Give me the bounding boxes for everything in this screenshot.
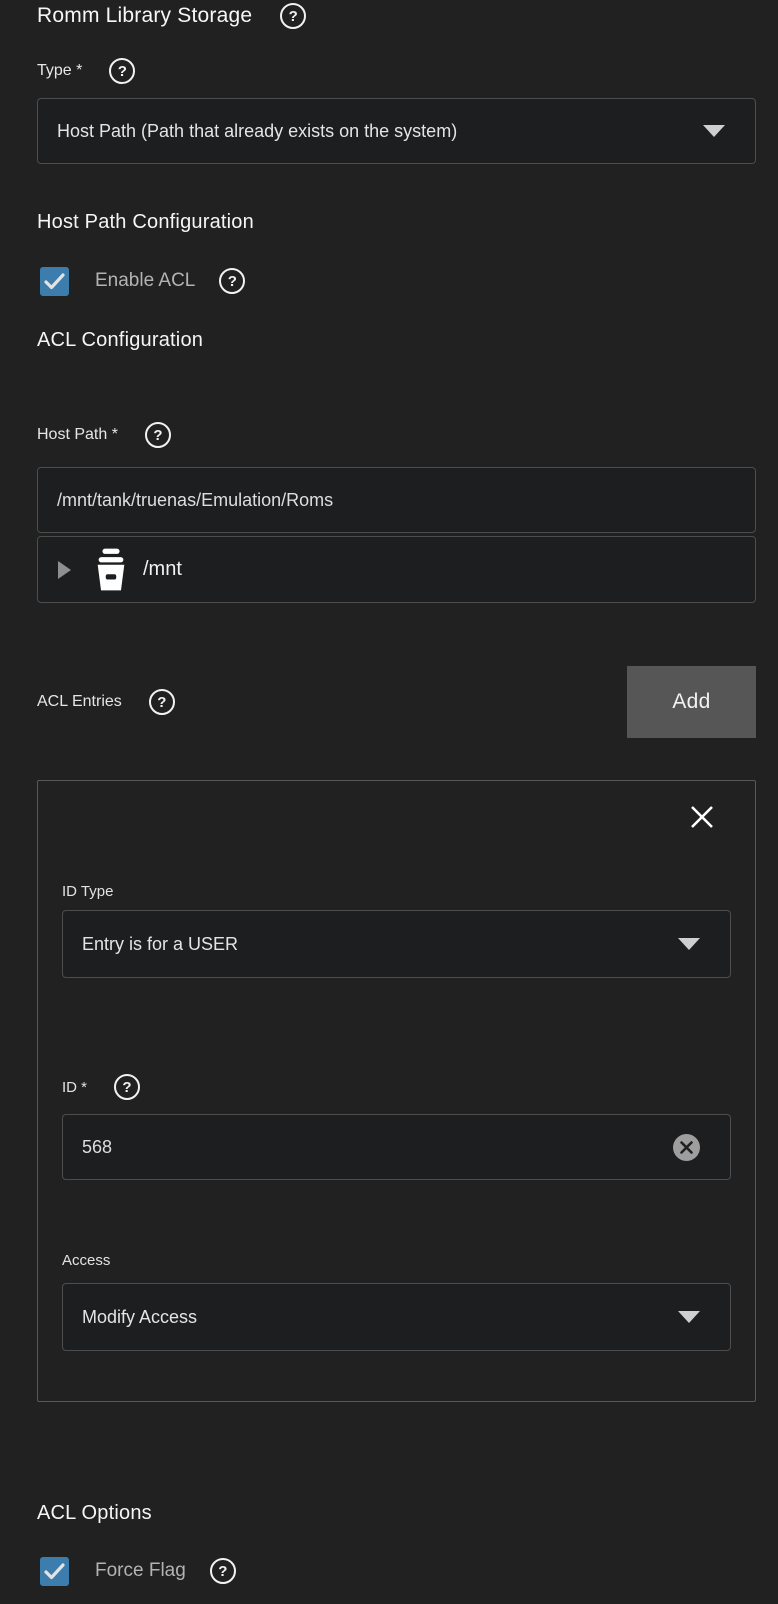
page-title-row: Romm Library Storage ?: [37, 0, 756, 28]
type-label-row: Type * ?: [37, 58, 756, 84]
access-label: Access: [62, 1252, 731, 1269]
dataset-icon: [92, 548, 130, 591]
id-type-select-value: Entry is for a USER: [82, 934, 666, 955]
type-select[interactable]: Host Path (Path that already exists on t…: [37, 98, 756, 164]
id-input-wrap: [62, 1114, 731, 1180]
force-flag-label: Force Flag: [95, 1560, 186, 1582]
enable-acl-checkbox[interactable]: [40, 267, 69, 296]
id-type-select[interactable]: Entry is for a USER: [62, 910, 731, 978]
acl-entries-label: ACL Entries: [37, 693, 122, 711]
tree-node-mnt[interactable]: /mnt: [143, 558, 182, 581]
help-icon[interactable]: ?: [210, 1558, 236, 1584]
id-input[interactable]: [82, 1115, 673, 1179]
type-label: Type *: [37, 62, 82, 80]
help-icon[interactable]: ?: [109, 58, 135, 84]
chevron-down-icon: [703, 125, 725, 137]
host-path-label-row: Host Path * ?: [37, 422, 756, 448]
enable-acl-label: Enable ACL: [95, 270, 195, 292]
clear-x-icon: [680, 1141, 693, 1154]
help-icon[interactable]: ?: [114, 1074, 140, 1100]
host-path-input[interactable]: [57, 468, 725, 532]
check-icon: [44, 273, 65, 290]
access-select-value: Modify Access: [82, 1307, 666, 1328]
acl-config-heading: ACL Configuration: [37, 329, 756, 352]
romm-storage-form: Romm Library Storage ? Type * ? Host Pat…: [0, 0, 778, 1586]
help-icon[interactable]: ?: [219, 268, 245, 294]
path-tree: /mnt: [37, 536, 756, 603]
type-select-value: Host Path (Path that already exists on t…: [57, 121, 691, 142]
entry-close-row: [62, 803, 731, 831]
enable-acl-row: Enable ACL ?: [37, 266, 756, 296]
help-icon[interactable]: ?: [280, 3, 306, 29]
host-path-label: Host Path *: [37, 426, 118, 444]
help-icon[interactable]: ?: [145, 422, 171, 448]
help-icon[interactable]: ?: [149, 689, 175, 715]
chevron-down-icon: [678, 1311, 700, 1323]
chevron-down-icon: [678, 938, 700, 950]
close-icon[interactable]: [688, 803, 716, 831]
check-icon: [44, 1563, 65, 1580]
clear-icon[interactable]: [673, 1134, 700, 1161]
host-path-config-heading: Host Path Configuration: [37, 211, 756, 234]
id-type-label: ID Type: [62, 883, 731, 900]
force-flag-row: Force Flag ?: [37, 1556, 756, 1586]
access-select[interactable]: Modify Access: [62, 1283, 731, 1351]
expand-arrow-icon[interactable]: [58, 561, 71, 579]
page-title: Romm Library Storage: [37, 4, 252, 28]
id-label: ID *: [62, 1079, 87, 1096]
acl-options-heading: ACL Options: [37, 1502, 756, 1525]
acl-entries-row: ACL Entries ? Add: [37, 666, 756, 738]
host-path-input-wrap: [37, 467, 756, 533]
add-entry-button[interactable]: Add: [627, 666, 756, 738]
force-flag-checkbox[interactable]: [40, 1557, 69, 1586]
id-label-row: ID * ?: [62, 1074, 731, 1100]
acl-entry-panel: ID Type Entry is for a USER ID * ? Acces…: [37, 780, 756, 1402]
